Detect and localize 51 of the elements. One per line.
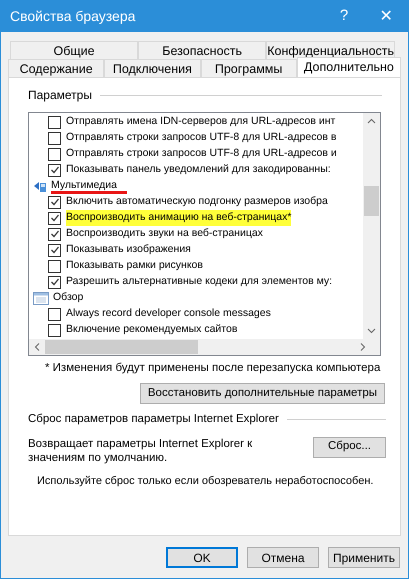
scroll-thumb[interactable]: [45, 340, 198, 354]
checkbox[interactable]: [48, 148, 61, 160]
tab[interactable]: Конфиденциальность: [266, 41, 396, 59]
tab[interactable]: Программы: [200, 59, 297, 77]
reset-button[interactable]: Сброс...: [313, 436, 386, 458]
reset-description: Возвращает параметры Internet Explorer к значениям по умолчанию.: [28, 436, 254, 464]
option-label: Показывать рамки рисунков: [66, 258, 203, 274]
option-label: Включение рекомендуемых сайтов: [66, 322, 238, 338]
section-title: Параметры: [28, 87, 92, 104]
option-label: Воспроизводить звуки на веб-страницах: [66, 226, 263, 242]
checkbox[interactable]: [48, 212, 61, 224]
tab[interactable]: Содержание: [8, 59, 104, 77]
option-label: Отправлять имена IDN-серверов для URL-адресов инт: [66, 114, 336, 130]
checkbox[interactable]: [48, 276, 61, 288]
option-label: Always record developer console messages: [66, 306, 271, 322]
tab[interactable]: Безопасность: [138, 41, 266, 59]
checkbox[interactable]: [48, 324, 61, 336]
dialog-button[interactable]: OK: [166, 547, 238, 568]
option-label: Показывать панель уведомлений для закодированны:: [66, 162, 331, 178]
checkbox[interactable]: [48, 308, 61, 320]
checkbox[interactable]: [48, 228, 61, 240]
tab[interactable]: Дополнительно: [296, 57, 401, 77]
option-label: Разрешить альтернативные кодеки для элементов му:: [66, 274, 332, 290]
media-icon: [33, 179, 47, 193]
checkbox[interactable]: [48, 132, 61, 144]
horizontal-scrollbar[interactable]: [29, 339, 380, 355]
option-label: Показывать изображения: [66, 242, 191, 258]
checkbox[interactable]: [48, 116, 61, 128]
window-icon: [33, 292, 49, 304]
dialog-button[interactable]: Отмена: [247, 547, 319, 568]
option-label: Отправлять строки запросов UTF-8 для URL-адресов в: [66, 130, 336, 146]
restore-button[interactable]: Восстановить дополнительные параметры: [140, 383, 385, 404]
checkbox[interactable]: [48, 244, 61, 256]
section-title: Сброс параметров параметры Internet Explorer: [28, 412, 279, 428]
window-title: Свойства браузера: [10, 7, 136, 26]
restart-note: * Изменения будут применены после перезапуска компьютера: [44, 361, 382, 376]
checkbox[interactable]: [48, 196, 61, 208]
option-label: Отправлять строки запросов UTF-8 для URL-адресов и: [66, 146, 337, 162]
reset-warning: Используйте сброс только если обозреватель неработоспособен.: [37, 474, 374, 488]
help-button[interactable]: ?: [324, 1, 364, 32]
tab[interactable]: Общие: [10, 41, 138, 59]
group-label: Обзор: [53, 290, 84, 306]
option-label: Включить автоматическую подгонку размеров изобра: [66, 194, 328, 210]
close-button[interactable]: ✕: [364, 1, 408, 32]
group-label: Мультимедиа: [51, 178, 127, 194]
checkbox[interactable]: [48, 164, 61, 176]
dialog-button[interactable]: Применить: [328, 547, 400, 568]
checkbox[interactable]: [48, 260, 61, 272]
vertical-scrollbar[interactable]: [363, 113, 380, 339]
tab[interactable]: Подключения: [104, 59, 200, 77]
scroll-thumb[interactable]: [364, 186, 379, 216]
